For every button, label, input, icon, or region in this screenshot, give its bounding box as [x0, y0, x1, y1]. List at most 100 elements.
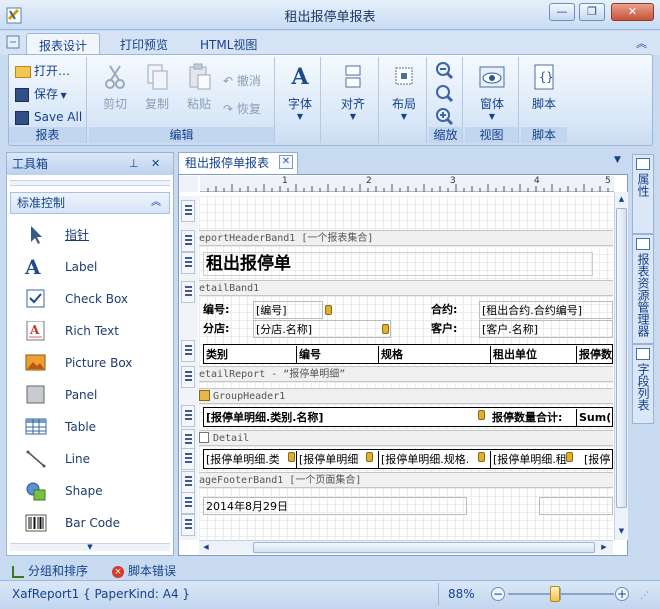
- barcode-icon: [25, 513, 47, 533]
- horizontal-scrollbar[interactable]: ◀ ▶: [199, 540, 613, 554]
- script-button[interactable]: {} 脚本: [523, 63, 565, 112]
- scroll-up-arrow[interactable]: ▲: [615, 192, 628, 206]
- resize-grip-icon[interactable]: ⋰: [640, 591, 652, 603]
- toolbox-category[interactable]: 标准控制 ︽: [10, 192, 170, 214]
- redo-button[interactable]: ↷ 恢复: [223, 99, 261, 120]
- layout-button[interactable]: 布局 ▼: [383, 63, 425, 121]
- explorer-icon: [636, 238, 650, 250]
- tab-html-view[interactable]: HTML视图: [188, 33, 269, 55]
- footer-page-field[interactable]: [539, 497, 613, 515]
- scroll-left-arrow[interactable]: ◀: [199, 541, 213, 554]
- status-bar: XafReport1 { PaperKind: A4 } 88% − + ⋰: [0, 580, 660, 609]
- scroll-down-arrow[interactable]: ▼: [615, 524, 628, 538]
- table-header-cell: 报停数: [576, 346, 613, 364]
- document-dropdown-icon[interactable]: ▼: [614, 155, 621, 165]
- group-script: {} 脚本 脚本: [521, 57, 567, 143]
- undo-button[interactable]: ↶ 撤消: [223, 71, 261, 92]
- close-button[interactable]: ✕: [611, 3, 654, 21]
- paste-button[interactable]: 粘贴: [179, 63, 219, 112]
- band-marker[interactable]: [181, 492, 195, 514]
- field-label-heyue[interactable]: 合约:: [431, 301, 457, 319]
- vertical-scrollbar[interactable]: ▲ ▼: [614, 192, 628, 540]
- open-button[interactable]: 打开…: [15, 61, 70, 82]
- band-marker[interactable]: [181, 230, 195, 252]
- detail-row[interactable]: [报停单明细.类 [报停单明细 [报停单明细.规格. [报停单明细.租 [报停: [203, 449, 613, 469]
- report-title-label[interactable]: 租出报停单: [203, 252, 593, 276]
- band-canvas: [199, 196, 613, 230]
- zoom-icon[interactable]: [435, 84, 455, 103]
- svg-text:A: A: [29, 323, 40, 337]
- ruler-mark-4: 4: [534, 176, 540, 186]
- band-label-group-header: GroupHeader1: [199, 388, 613, 404]
- band-marker[interactable]: [181, 405, 195, 427]
- restore-button[interactable]: ❐: [579, 3, 605, 21]
- zoom-slider-track[interactable]: [508, 593, 614, 595]
- bottom-tab-bar: 分组和排序 × 脚本错误: [4, 560, 656, 580]
- band-marker[interactable]: [181, 252, 195, 274]
- group-align: 对齐 ▼: [327, 57, 379, 143]
- zoom-slider-thumb[interactable]: [549, 586, 560, 602]
- field-value-fendian[interactable]: [分店.名称]: [253, 320, 391, 338]
- collapse-icon[interactable]: ︽: [151, 193, 161, 213]
- zoom-out-icon[interactable]: [435, 61, 455, 80]
- group-row[interactable]: [报停单明细.类别.名称] 报停数量合计: Sum([: [203, 407, 613, 427]
- field-label-bianhao[interactable]: 编号:: [203, 301, 229, 319]
- align-button[interactable]: 对齐 ▼: [331, 63, 375, 121]
- table-header-row[interactable]: 类别 编号 规格 租出单位 报停数: [203, 344, 613, 364]
- ruler-mark-3: 3: [450, 176, 456, 186]
- field-value-bianhao[interactable]: [编号]: [253, 301, 323, 319]
- pin-icon[interactable]: ⊥: [129, 153, 139, 175]
- group-font: A 字体 ▼: [279, 57, 321, 143]
- save-all-button[interactable]: Save All: [15, 107, 82, 128]
- band-marker[interactable]: [181, 200, 195, 222]
- zoom-in-icon[interactable]: [435, 107, 455, 126]
- field-value-kehu[interactable]: [客户.名称]: [479, 320, 613, 338]
- band-marker[interactable]: [181, 448, 195, 470]
- band-label-detail2: Detail: [199, 430, 613, 446]
- toolbox-panel: 工具箱 ⊥ ✕ 标准控制 ︽ 指针 A Label Check Box A Ri…: [6, 152, 174, 556]
- save-button[interactable]: 保存 ▼: [15, 84, 67, 105]
- band-label-page-footer: ageFooterBand1 [一个页面集合]: [199, 472, 613, 488]
- status-report-info: XafReport1 { PaperKind: A4 }: [12, 587, 191, 601]
- band-marker[interactable]: [181, 340, 195, 362]
- field-value-heyue[interactable]: [租出合约.合约编号]: [479, 301, 613, 319]
- quick-access-icon[interactable]: [6, 35, 22, 49]
- status-divider: [438, 583, 439, 605]
- zoom-in-button[interactable]: +: [615, 587, 629, 601]
- ribbon-collapse-icon[interactable]: ︽: [636, 35, 647, 51]
- tab-report-explorer[interactable]: 报表资源管理器: [632, 234, 654, 344]
- table-icon: [25, 417, 47, 437]
- footer-date-field[interactable]: 2014年8月29日: [203, 497, 467, 515]
- cut-button[interactable]: 剪切: [95, 63, 135, 112]
- tab-report-design[interactable]: 报表设计: [26, 33, 101, 55]
- horizontal-scroll-thumb[interactable]: [253, 542, 595, 553]
- tab-script-errors[interactable]: × 脚本错误: [112, 562, 176, 580]
- scroll-right-arrow[interactable]: ▶: [597, 541, 611, 554]
- tab-group-sort[interactable]: 分组和排序: [12, 562, 88, 580]
- group-sort-icon: [12, 565, 24, 578]
- toolbox-scroll-down[interactable]: ▼: [10, 543, 170, 551]
- script-icon: {}: [531, 63, 557, 91]
- toolbox-close-icon[interactable]: ✕: [151, 153, 160, 175]
- band-marker[interactable]: [181, 471, 195, 493]
- band-marker[interactable]: [181, 514, 195, 536]
- field-label-fendian[interactable]: 分店:: [203, 320, 229, 338]
- properties-icon: [636, 158, 650, 170]
- band-marker[interactable]: [181, 366, 195, 388]
- ruler-corner: [180, 176, 198, 192]
- minimize-button-2[interactable]: —: [549, 3, 575, 21]
- toolbox-scroll-up[interactable]: [10, 180, 170, 186]
- band-marker[interactable]: [181, 281, 195, 303]
- document-close-icon[interactable]: ✕: [279, 155, 293, 169]
- zoom-percent: 88%: [448, 587, 475, 601]
- window-button[interactable]: 窗体 ▼: [469, 63, 515, 121]
- zoom-out-button[interactable]: −: [491, 587, 505, 601]
- tab-print-preview[interactable]: 打印预览: [108, 33, 180, 55]
- field-label-kehu[interactable]: 客户:: [431, 320, 457, 338]
- detail-band-icon: [199, 432, 209, 443]
- copy-button[interactable]: 复制: [137, 63, 177, 112]
- binding-icon: [382, 324, 389, 334]
- binding-icon: [478, 410, 485, 420]
- font-button[interactable]: A 字体 ▼: [281, 63, 319, 121]
- vertical-scroll-thumb[interactable]: [616, 208, 627, 508]
